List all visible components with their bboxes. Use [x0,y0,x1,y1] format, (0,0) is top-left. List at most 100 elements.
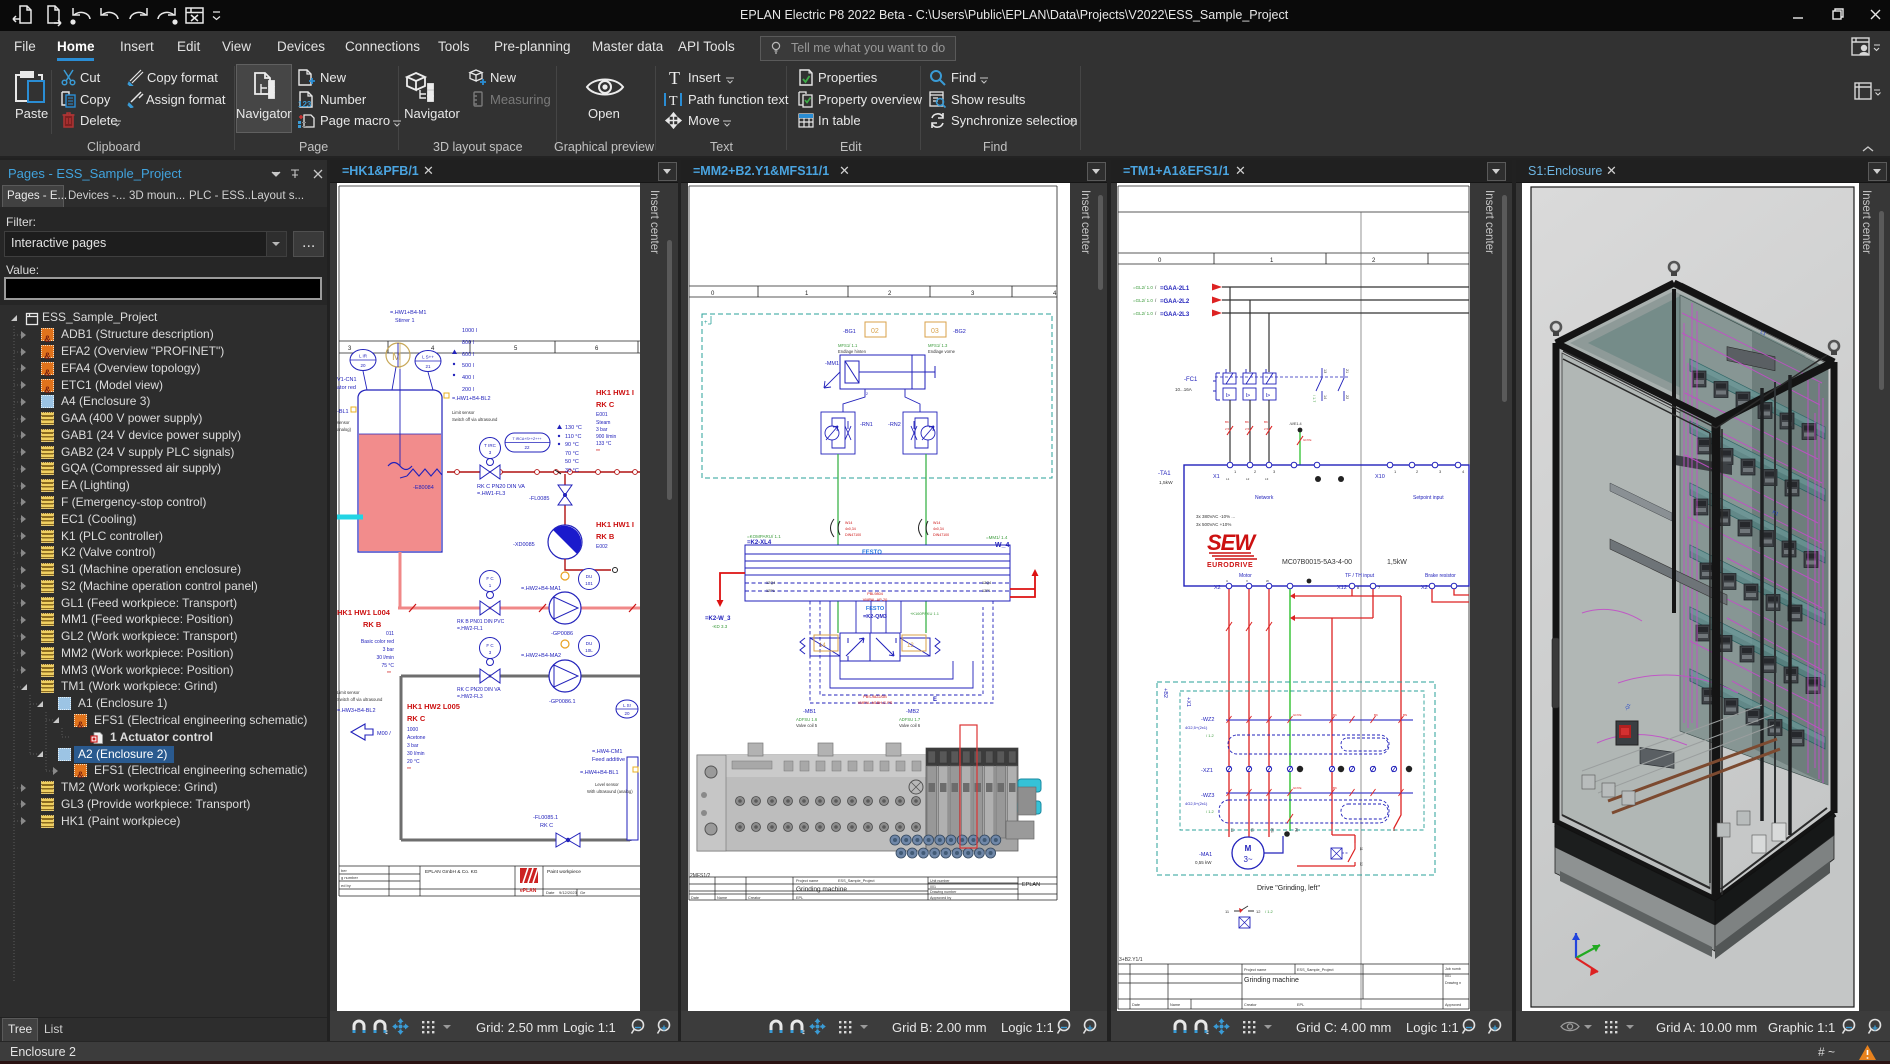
svg-text:=.HW2-FL1: =.HW2-FL1 [457,626,483,632]
svg-text:U: U [1226,579,1228,583]
svg-text:30 °C: 30 °C [565,468,579,474]
svg-text:V1: V1 [1250,828,1254,832]
svg-text:W_4: W_4 [995,542,1010,549]
svg-text:Drawing n: Drawing n [1445,981,1461,985]
svg-text:BK: BK [1333,713,1337,717]
svg-text:FESTO: FESTO [866,606,885,612]
svg-text:2,5: 2,5 [1245,427,1250,431]
svg-text:0: 0 [1158,258,1162,264]
svg-text:6: 6 [595,346,599,352]
svg-text:FESTO: FESTO [862,550,882,556]
svg-text:PBL9804: PBL9804 [867,592,883,596]
svg-text:Grinding machine: Grinding machine [796,886,847,893]
svg-text:=.HW1+B4-BL2: =.HW1+B4-BL2 [452,396,491,402]
svg-text:GNYE: GNYE [1293,713,1302,717]
svg-text:=.HW2+B4-MA2: =.HW2+B4-MA2 [521,653,561,659]
svg-text:Setpoint input: Setpoint input [1413,495,1444,501]
svg-text:+: + [704,320,708,326]
svg-text:/ 1.2: / 1.2 [1206,733,1215,738]
svg-text:70 °C: 70 °C [565,451,579,457]
svg-text:Name: Name [717,896,727,900]
svg-text:L3: L3 [1265,477,1269,481]
svg-text:011: 011 [386,631,394,637]
svg-text:I>: I> [1246,393,1251,399]
svg-text:12: 12 [907,643,914,649]
svg-text:4G2,5+(2x1): 4G2,5+(2x1) [1185,801,1208,806]
svg-text:/: / [1155,311,1157,316]
svg-text:-TA1: -TA1 [1158,471,1171,477]
svg-text:VMPAL-M1BH-E-PS: VMPAL-M1BH-E-PS [858,701,893,705]
svg-text:2MFS1/2: 2MFS1/2 [690,873,711,879]
svg-text:**: ** [596,449,600,455]
svg-text:=.HW4+B4-BL1: =.HW4+B4-BL1 [580,770,619,776]
svg-text:=GAA-2L3: =GAA-2L3 [1160,312,1190,318]
svg-text:Limit sensor: Limit sensor [337,690,360,695]
svg-text:/ 1.7: / 1.7 [1312,395,1316,402]
svg-text:3 bar: 3 bar [383,647,395,653]
svg-text:-WZ3: -WZ3 [1201,793,1214,799]
svg-text:2: 2 [1416,469,1419,474]
svg-text:Steam: Steam [596,420,610,426]
svg-text:MFS1/ 1.1: MFS1/ 1.1 [838,343,858,348]
svg-text:SEW: SEW [1207,530,1257,555]
svg-text:Basic color red: Basic color red [361,639,394,645]
svg-text:sensor: sensor [337,420,350,425]
svg-text:g number: g number [341,875,359,880]
svg-text:RK C: RK C [540,823,553,829]
svg-text:4x0,34: 4x0,34 [845,527,856,531]
svg-text:/ 1.2: / 1.2 [1206,809,1215,814]
svg-text:=.HW2+B4-MA1: =.HW2+B4-MA1 [521,586,561,592]
svg-text:L IR: L IR [359,354,368,359]
svg-text:RK B: RK B [596,532,615,541]
svg-text:5: 5 [514,346,518,352]
svg-text:ber: ber [341,868,347,873]
svg-text:=.HW1+B4-M1: =.HW1+B4-M1 [390,310,426,316]
svg-text:75 °C: 75 °C [381,663,394,669]
svg-text:T IRCA+S++Z+++: T IRCA+S++Z+++ [513,437,542,441]
svg-text:1000: 1000 [407,727,418,733]
svg-text:Unit number: Unit number [930,879,950,883]
svg-text:Valve coil 5: Valve coil 5 [796,723,818,728]
svg-text:HK1 HW1 I: HK1 HW1 I [596,520,634,529]
svg-text:21: 21 [425,364,431,369]
svg-text:X2: X2 [1214,585,1221,591]
svg-text:DU: DU [586,574,593,579]
svg-text:12PL: 12PL [982,589,991,593]
svg-text:3: 3 [1273,469,1276,474]
svg-text:13: 13 [1323,369,1327,373]
svg-text:-FC1: -FC1 [1184,377,1198,383]
svg-text:20: 20 [360,363,366,368]
svg-text:-BG2: -BG2 [953,329,966,335]
svg-text:123: 123 [298,100,312,109]
svg-text:Stirrer 1: Stirrer 1 [395,318,415,324]
svg-text:-GP0086: -GP0086 [551,631,573,637]
svg-text:20: 20 [624,711,630,716]
svg-text:1: 1 [1394,469,1397,474]
svg-text:E: E [933,697,937,703]
svg-text:-MB1: -MB1 [803,709,816,715]
svg-text:101: 101 [585,581,593,586]
svg-text:X1: X1 [1213,474,1220,480]
svg-text:20 °C: 20 °C [407,759,420,765]
svg-text:Ge: Ge [580,890,586,895]
svg-text:+X1: +X1 [1185,697,1191,707]
svg-text:ADFSU 1.6: ADFSU 1.6 [796,717,818,722]
svg-text:12Q4: 12Q4 [766,581,775,585]
svg-text:14: 14 [819,643,826,649]
svg-text:Acetone: Acetone [407,735,426,741]
svg-text:ADFSU 1.7: ADFSU 1.7 [899,717,921,722]
svg-text:1: 1 [805,291,809,297]
svg-text:130 °C: 130 °C [565,425,582,431]
svg-text:BK: BK [1374,713,1378,717]
svg-text:Limit sensor: Limit sensor [452,410,475,415]
svg-text:Date: Date [1132,1003,1140,1007]
svg-text:W14: W14 [933,521,940,525]
svg-text:-MM1: -MM1 [825,361,839,367]
svg-text:MFS1/ 1.3: MFS1/ 1.3 [928,343,948,348]
svg-text:Valve coil 6: Valve coil 6 [899,723,921,728]
svg-text:Name: Name [1170,1003,1180,1007]
svg-text:I>: I> [1266,393,1271,399]
svg-text:RK B PN01 DIN PVC: RK B PN01 DIN PVC [457,619,505,625]
svg-text:2: 2 [866,392,868,396]
svg-text:110 °C: 110 °C [565,434,581,440]
